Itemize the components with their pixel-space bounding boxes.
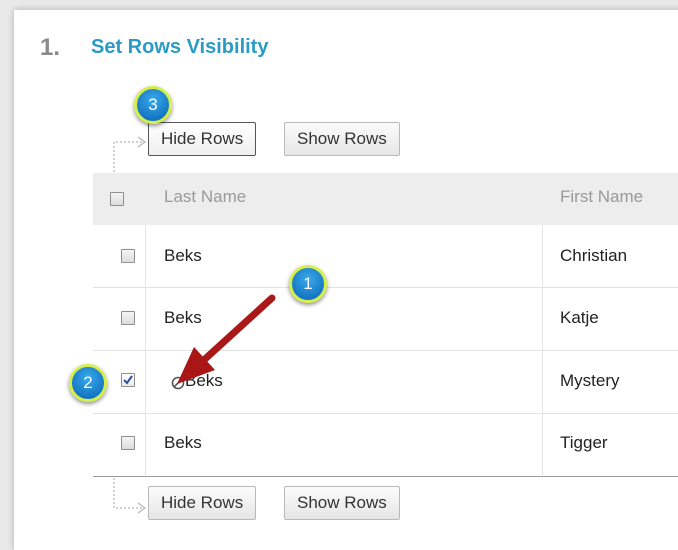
row-checkbox[interactable] — [121, 436, 135, 450]
table-header: Last Name First Name — [93, 173, 678, 225]
header-first-name[interactable]: First Name — [560, 187, 643, 207]
elbow-arrow-icon — [113, 478, 147, 514]
column-divider — [542, 225, 543, 475]
header-last-name[interactable]: Last Name — [164, 187, 246, 207]
row-checkbox[interactable] — [121, 311, 135, 325]
hide-rows-button-bottom[interactable]: Hide Rows — [148, 486, 257, 520]
cell-first-name: Tigger — [560, 433, 608, 452]
callout-badge-3: 3 — [134, 86, 172, 124]
cell-first-name: Katje — [560, 308, 599, 327]
step-number: 1. — [40, 34, 61, 61]
elbow-arrow-icon — [113, 136, 147, 172]
column-divider — [145, 225, 146, 475]
cell-last-name: Beks — [164, 308, 202, 327]
cell-last-name: Beks — [164, 433, 202, 452]
cell-last-name: Beks — [164, 246, 202, 265]
callout-badge-2: 2 — [69, 364, 107, 402]
hide-rows-button-top[interactable]: Hide Rows — [148, 122, 257, 156]
show-rows-button-top[interactable]: Show Rows — [284, 122, 400, 156]
table-row[interactable]: Beks Mystery — [93, 351, 678, 414]
select-all-checkbox[interactable] — [110, 192, 124, 206]
cell-first-name: Mystery — [560, 371, 620, 390]
cell-last-name: Beks — [185, 371, 223, 390]
hidden-row-icon — [171, 376, 185, 390]
table-row[interactable]: Beks Tigger — [93, 414, 678, 477]
checkmark-icon — [123, 375, 133, 385]
row-checkbox[interactable] — [121, 249, 135, 263]
table-row[interactable]: Beks Christian — [93, 225, 678, 288]
row-checkbox-checked[interactable] — [121, 373, 135, 387]
cell-first-name: Christian — [560, 246, 628, 265]
step-title: Set Rows Visibility — [91, 36, 269, 58]
table-row[interactable]: Beks Katje — [93, 288, 678, 351]
show-rows-button-bottom[interactable]: Show Rows — [284, 486, 400, 520]
callout-badge-1: 1 — [289, 265, 327, 303]
